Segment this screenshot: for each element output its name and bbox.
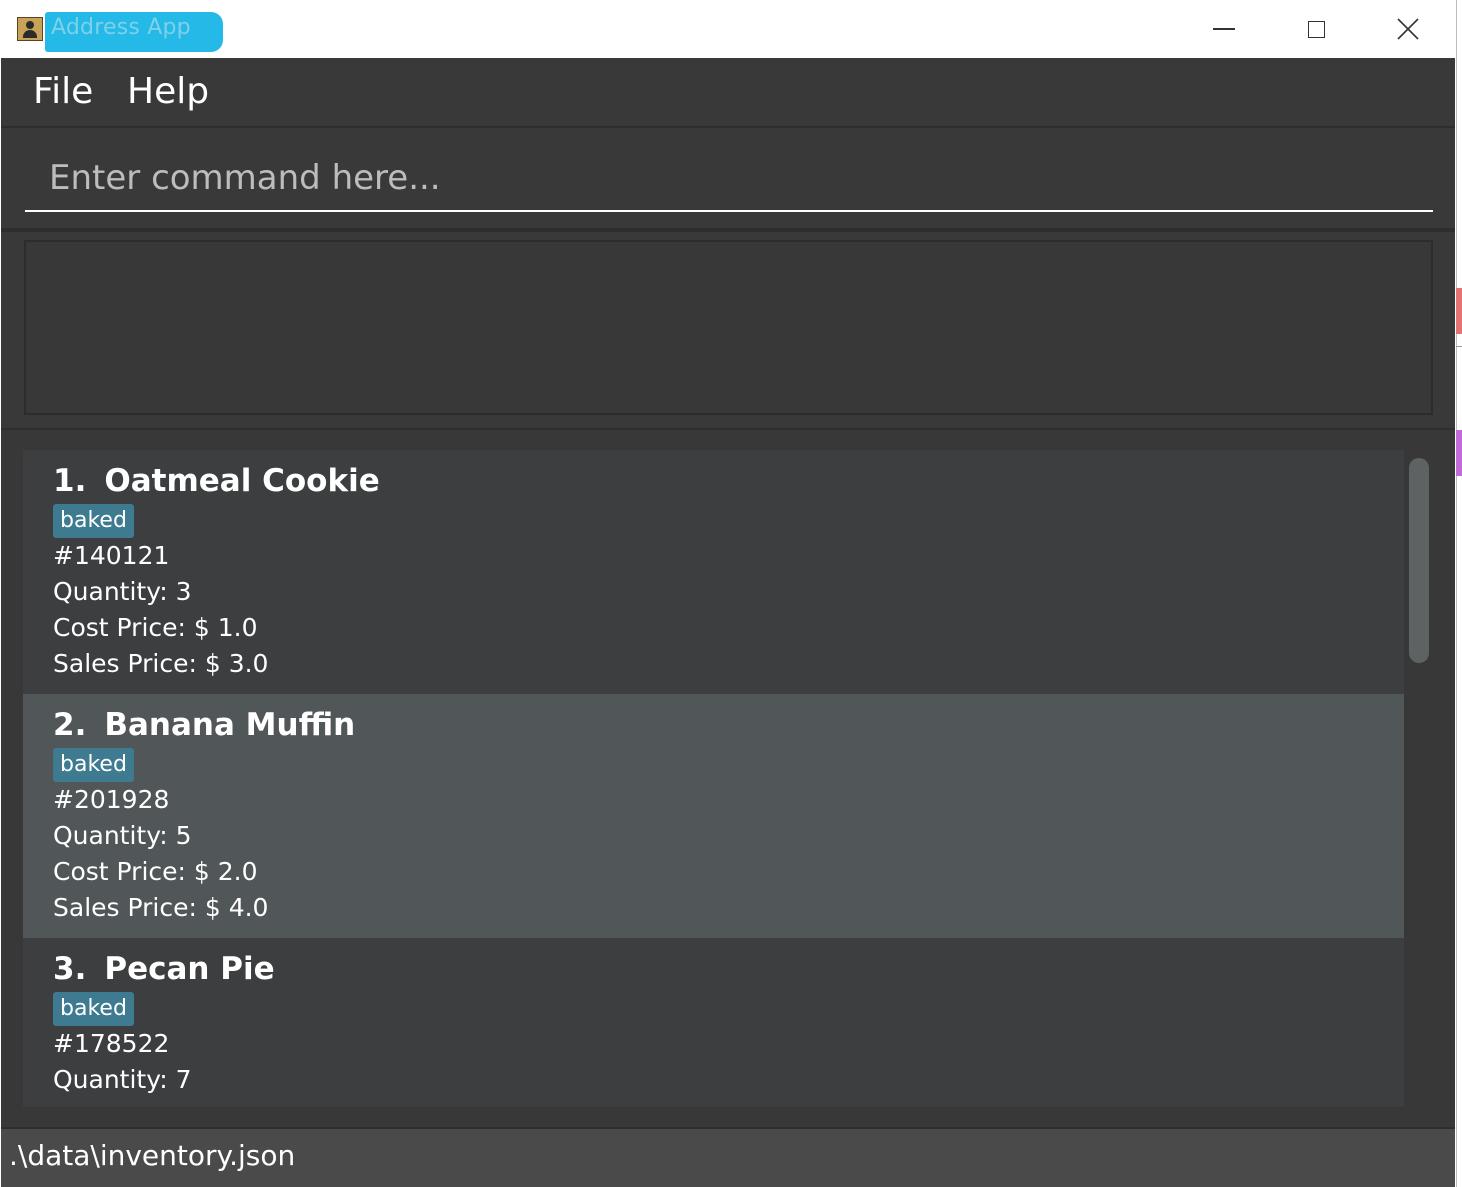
maximize-button[interactable] [1270, 0, 1362, 58]
item-tag: baked [53, 992, 134, 1026]
item-title: 3. Pecan Pie [53, 950, 1404, 988]
background-window-edge [1456, 288, 1462, 334]
address-book-icon [17, 17, 43, 41]
item-quantity: Quantity: 5 [53, 821, 192, 850]
item-sales-price: Sales Price: $ 3.0 [53, 649, 269, 678]
item-code: #178522 [53, 1029, 170, 1058]
item-index: 3. [53, 951, 87, 987]
item-index: 1. [53, 463, 87, 499]
item-list-panel: 1. Oatmeal Cookie baked #140121 Quantity:… [1, 430, 1455, 1127]
result-display[interactable] [24, 240, 1433, 415]
window-title: Address App [51, 15, 191, 40]
item-code: #140121 [53, 541, 170, 570]
item-code: #201928 [53, 785, 170, 814]
item-quantity: Quantity: 3 [53, 577, 192, 606]
item-index: 2. [53, 707, 87, 743]
item-cost-price: Cost Price: $ 2.0 [53, 857, 258, 886]
item-name: Oatmeal Cookie [104, 463, 380, 499]
scrollbar-thumb[interactable] [1409, 458, 1429, 663]
item-name: Pecan Pie [104, 951, 275, 987]
item-name: Banana Muffin [104, 707, 356, 743]
list-item-selected[interactable]: 2. Banana Muffin baked #201928 Quantity: … [23, 694, 1404, 938]
app-content: File Help 1. Oatmeal Cookie baked #140121… [1, 58, 1455, 1187]
menu-help[interactable]: Help [127, 71, 209, 112]
data-file-path: .\data\inventory.json [9, 1139, 296, 1172]
item-tag: baked [53, 748, 134, 782]
minimize-icon [1213, 28, 1235, 30]
item-quantity: Quantity: 7 [53, 1065, 192, 1094]
list-item[interactable]: 3. Pecan Pie baked #178522 Quantity: 7 [23, 938, 1404, 1107]
title-bar[interactable]: Address App [0, 0, 1456, 58]
item-tag: baked [53, 504, 134, 538]
close-button[interactable] [1362, 0, 1454, 58]
item-cost-price: Cost Price: $ 1.0 [53, 613, 258, 642]
item-list[interactable]: 1. Oatmeal Cookie baked #140121 Quantity:… [23, 450, 1404, 1107]
item-title: 1. Oatmeal Cookie [53, 462, 1404, 500]
command-box-area [1, 128, 1455, 232]
background-window-edge [1456, 346, 1462, 347]
app-window: Address App File Help Enter command here… [0, 0, 1457, 1187]
item-title: 2. Banana Muffin [53, 706, 1404, 744]
menu-file[interactable]: File [33, 71, 93, 112]
result-display-area [1, 232, 1455, 432]
item-sales-price: Sales Price: $ 4.0 [53, 893, 269, 922]
item-cost-price [53, 1098, 1404, 1107]
list-item[interactable]: 1. Oatmeal Cookie baked #140121 Quantity:… [23, 450, 1404, 694]
background-window-edge [1456, 430, 1462, 476]
maximize-icon [1307, 20, 1325, 38]
status-bar: .\data\inventory.json [1, 1127, 1455, 1187]
minimize-button[interactable] [1178, 0, 1270, 58]
menu-bar: File Help [1, 58, 1455, 128]
command-input[interactable] [25, 146, 1433, 212]
close-icon [1397, 18, 1419, 40]
